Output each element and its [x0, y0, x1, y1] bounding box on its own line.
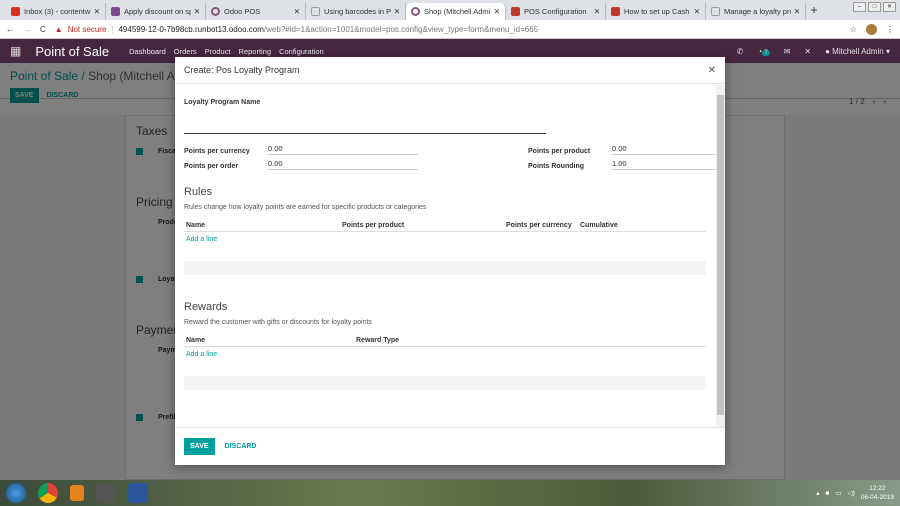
menu-product[interactable]: Product	[205, 47, 231, 56]
browser-tab[interactable]: POS Configuration ✕	[506, 3, 606, 20]
user-avatar: ●	[825, 46, 830, 56]
program-name-input[interactable]	[184, 118, 546, 134]
window-close-button[interactable]: ✕	[883, 2, 896, 12]
tab-favicon	[111, 7, 120, 16]
minimize-button[interactable]: –	[853, 2, 866, 12]
user-menu[interactable]: ● Mitchell Admin ▾	[825, 47, 890, 56]
tab-favicon	[511, 7, 520, 16]
points-rounding-input[interactable]: 1.00	[612, 159, 716, 170]
apps-grid-icon[interactable]: ▦	[10, 44, 21, 58]
close-tab-icon[interactable]: ✕	[794, 7, 800, 16]
browser-tab-active[interactable]: Shop (Mitchell Admi ✕	[406, 3, 506, 20]
close-icon[interactable]: ✕	[708, 65, 716, 76]
start-button[interactable]	[6, 483, 26, 503]
browser-tab[interactable]: Using barcodes in Po ✕	[306, 3, 406, 20]
dialog-body: Loyalty Program Name Points per currency…	[175, 85, 716, 427]
close-tab-icon[interactable]: ✕	[94, 7, 100, 16]
points-per-currency-input[interactable]: 0.00	[268, 144, 418, 155]
rewards-heading: Rewards	[184, 301, 228, 313]
points-per-product-label: Points per product	[528, 148, 591, 155]
browser-tab[interactable]: Manage a loyalty pro ✕	[706, 3, 806, 20]
create-loyalty-program-dialog: Create: Pos Loyalty Program ✕ Loyalty Pro…	[175, 57, 725, 465]
clock[interactable]: 12:22 06-04-2019	[861, 484, 894, 502]
warning-icon: ▲	[54, 24, 63, 34]
url-path: /web?#id=1&action=1001&model=pos.config&…	[263, 24, 539, 34]
dialog-discard-button[interactable]: DISCARD	[225, 443, 257, 450]
system-tray: ▴ ■ ▭ ◁) 12:22 06-04-2019	[816, 484, 894, 502]
forward-icon[interactable]: →	[23, 25, 31, 34]
program-name-label: Loyalty Program Name	[184, 99, 261, 106]
browser-tab[interactable]: How to set up Cash C ✕	[606, 3, 706, 20]
back-icon[interactable]: ←	[6, 25, 14, 34]
app-brand[interactable]: Point of Sale	[35, 44, 109, 59]
menu-configuration[interactable]: Configuration	[279, 47, 324, 56]
points-per-currency-label: Points per currency	[184, 148, 250, 155]
rewards-table: Name Reward Type Add a line	[184, 335, 706, 390]
column-header[interactable]: Points per currency	[506, 222, 580, 229]
activity-badge: 7	[762, 49, 770, 56]
dialog-save-button[interactable]: SAVE	[184, 438, 215, 455]
points-per-order-input[interactable]: 0.00	[268, 159, 418, 170]
windows-taskbar: ▴ ■ ▭ ◁) 12:22 06-04-2019	[0, 480, 900, 506]
close-tab-icon[interactable]: ✕	[594, 7, 600, 16]
volume-tray-icon[interactable]: ◁)	[848, 489, 855, 497]
column-header[interactable]: Cumulative	[580, 222, 618, 229]
points-rounding-label: Points Rounding	[528, 163, 584, 170]
new-tab-button[interactable]: +	[806, 3, 822, 20]
activity-icon[interactable]: ◔ 7	[758, 47, 770, 56]
rules-description: Rules change how loyalty points are earn…	[184, 204, 427, 211]
gmail-icon	[11, 7, 20, 16]
media-player-taskbar-icon[interactable]	[70, 485, 84, 501]
reload-icon[interactable]: C	[40, 25, 46, 34]
security-label: Not secure	[67, 24, 107, 34]
user-name: Mitchell Admin	[832, 46, 884, 56]
odoo-icon	[411, 7, 420, 16]
tab-favicon	[611, 7, 620, 16]
tools-icon[interactable]: ✕	[804, 47, 811, 56]
rules-table: Name Points per product Points per currenc…	[184, 220, 706, 275]
browser-tab[interactable]: Odoo POS ✕	[206, 3, 306, 20]
document-icon	[711, 7, 720, 16]
url-field[interactable]: ▲ Not secure | 494599-12-0-7b98cb.runbot…	[55, 25, 841, 34]
chrome-taskbar-icon[interactable]	[38, 483, 58, 503]
close-tab-icon[interactable]: ✕	[194, 7, 200, 16]
address-bar-row: ← → C ▲ Not secure | 494599-12-0-7b98cb.…	[0, 20, 900, 39]
rewards-description: Reward the customer with gifts or discou…	[184, 319, 372, 326]
url-host: 494599-12-0-7b98cb.runbot13.odoo.com	[118, 24, 264, 34]
points-per-product-input[interactable]: 0.00	[612, 144, 716, 155]
browser-tab[interactable]: Apply discount on sp ✕	[106, 3, 206, 20]
column-header[interactable]: Name	[186, 222, 342, 229]
antivirus-tray-icon[interactable]: ■	[825, 490, 829, 497]
rules-heading: Rules	[184, 186, 213, 198]
close-tab-icon[interactable]: ✕	[494, 7, 500, 16]
document-icon	[311, 7, 320, 16]
chat-icon[interactable]: ✉	[784, 47, 791, 56]
browser-tab-strip: Inbox (3) - contentw ✕ Apply discount on …	[0, 0, 900, 20]
browser-menu-icon[interactable]: ⋮	[886, 25, 894, 34]
phone-icon[interactable]: ✆	[737, 47, 744, 56]
close-tab-icon[interactable]: ✕	[694, 7, 700, 16]
profile-avatar[interactable]	[866, 23, 877, 35]
points-per-order-label: Points per order	[184, 163, 239, 170]
dialog-title: Create: Pos Loyalty Program	[184, 65, 300, 75]
close-tab-icon[interactable]: ✕	[294, 7, 300, 16]
network-tray-icon[interactable]: ▭	[835, 489, 841, 497]
menu-reporting[interactable]: Reporting	[239, 47, 272, 56]
column-header[interactable]: Name	[186, 337, 356, 344]
column-header[interactable]: Reward Type	[356, 337, 399, 344]
tray-expand-icon[interactable]: ▴	[816, 489, 819, 497]
dialog-scrollbar[interactable]	[716, 85, 725, 427]
odoo-icon	[211, 7, 220, 16]
menu-dashboard[interactable]: Dashboard	[129, 47, 166, 56]
column-header[interactable]: Points per product	[342, 222, 506, 229]
bookmark-star-icon[interactable]: ☆	[850, 25, 857, 34]
k7-taskbar-icon[interactable]	[96, 483, 116, 503]
rules-add-line-link[interactable]: Add a line	[184, 232, 706, 247]
browser-tab[interactable]: Inbox (3) - contentw ✕	[6, 3, 106, 20]
menu-orders[interactable]: Orders	[174, 47, 197, 56]
rewards-add-line-link[interactable]: Add a line	[184, 347, 706, 362]
word-taskbar-icon[interactable]	[128, 483, 148, 503]
maximize-button[interactable]: □	[868, 2, 881, 12]
close-tab-icon[interactable]: ✕	[394, 7, 400, 16]
